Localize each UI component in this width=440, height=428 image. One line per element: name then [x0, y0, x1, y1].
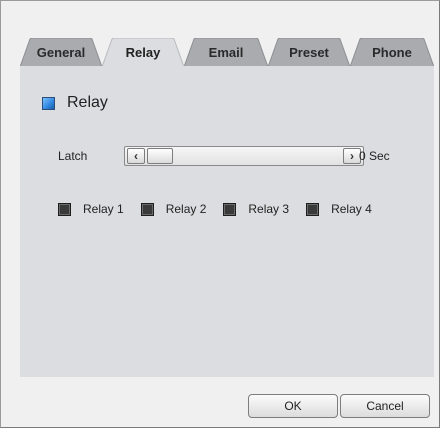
tab-general[interactable]: General: [20, 38, 102, 67]
relay-3-label: Relay 3: [248, 202, 290, 216]
tab-email[interactable]: Email: [184, 38, 268, 67]
ok-button[interactable]: OK: [248, 394, 338, 418]
slider-thumb[interactable]: [147, 148, 173, 164]
dialog-window: General Relay Email Preset Phone Relay L…: [0, 0, 440, 428]
latch-value: 0 Sec: [359, 149, 390, 163]
relay-4-label: Relay 4: [331, 202, 372, 216]
relay-3-option[interactable]: Relay 3: [223, 202, 289, 216]
tab-label: Phone: [372, 45, 412, 60]
latch-label: Latch: [58, 149, 88, 163]
tab-phone[interactable]: Phone: [350, 38, 434, 67]
relay-enable[interactable]: Relay: [42, 94, 108, 112]
relay-list: Relay 1 Relay 2 Relay 3 Relay 4: [58, 202, 389, 216]
slider-left-arrow-icon[interactable]: ‹: [127, 148, 145, 164]
latch-slider[interactable]: ‹ ›: [124, 146, 364, 166]
relay-2-option[interactable]: Relay 2: [140, 202, 207, 216]
relay-4-option[interactable]: Relay 4: [306, 202, 372, 216]
tab-label: Preset: [289, 45, 329, 60]
relay-2-checkbox[interactable]: [140, 202, 154, 216]
cancel-button[interactable]: Cancel: [340, 394, 430, 418]
relay-panel: Relay Latch ‹ › 0 Sec Relay 1 Relay 2 Re…: [20, 66, 434, 377]
tab-label: Relay: [125, 45, 161, 60]
relay-1-option[interactable]: Relay 1: [58, 202, 124, 216]
relay-1-checkbox[interactable]: [58, 202, 71, 216]
tab-relay[interactable]: Relay: [102, 38, 184, 67]
relay-4-checkbox[interactable]: [306, 202, 320, 216]
relay-3-checkbox[interactable]: [223, 202, 237, 216]
relay-2-label: Relay 2: [165, 202, 207, 216]
tab-label: General: [36, 45, 86, 60]
relay-1-label: Relay 1: [83, 202, 124, 216]
tab-label: Email: [208, 45, 244, 60]
relay-enable-checkbox[interactable]: [42, 96, 55, 110]
tab-preset[interactable]: Preset: [268, 38, 350, 67]
tab-bar: General Relay Email Preset Phone: [20, 38, 434, 67]
relay-enable-label: Relay: [67, 94, 108, 111]
